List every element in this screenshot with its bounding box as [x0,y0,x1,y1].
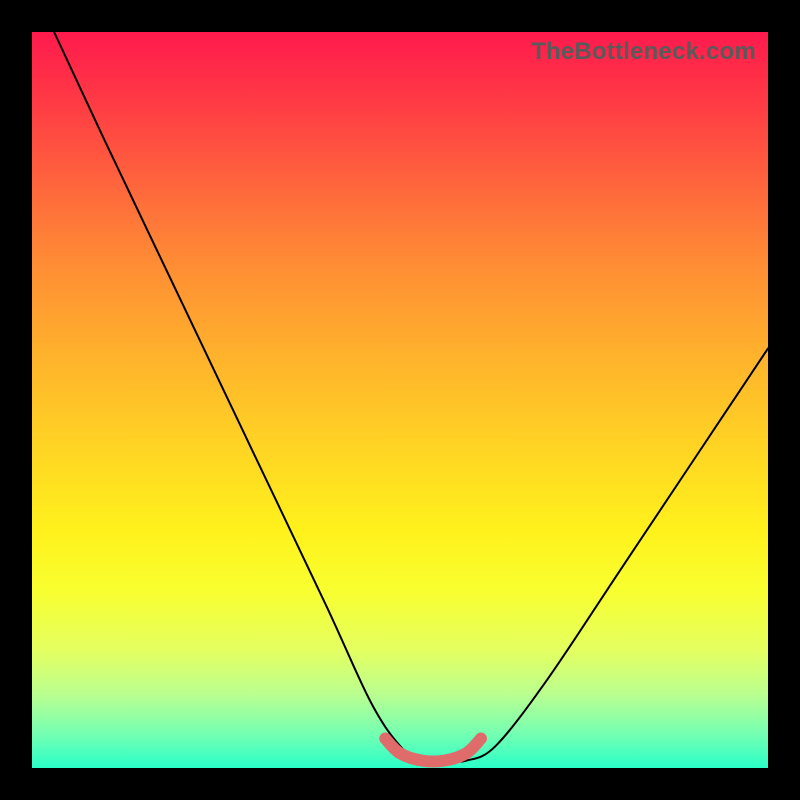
chart-svg [32,32,768,768]
plot-area: TheBottleneck.com [32,32,768,768]
chart-frame: TheBottleneck.com [0,0,800,800]
optimal-band-path [385,739,481,762]
bottleneck-curve-path [54,32,768,762]
